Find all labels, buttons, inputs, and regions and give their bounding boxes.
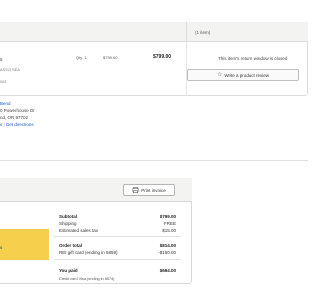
section-divider [0,160,308,161]
gift-card-value: -$150.00 [158,250,176,255]
promo-banner-text: s [0,245,3,250]
summary-divider-1 [54,236,181,237]
summary-divider-2 [54,259,181,260]
tax-value: $15.00 [162,228,176,233]
order-item-card-header [0,22,308,42]
item-number: 003 [0,80,7,84]
subtotal-label: Subtotal [59,214,77,219]
star-icon: ☆ [216,72,223,78]
item-count-label: (1 item) [195,30,211,35]
write-review-label: Write a product review [224,72,270,78]
item-variant: ASSO SEA [0,68,21,72]
print-invoice-button[interactable]: Print invoice [123,184,175,196]
you-paid-label: You paid [59,268,78,273]
item-quantity: Qty. 1 [76,55,87,60]
tax-label: Estimated sales tax [59,228,99,233]
header-divider [186,22,187,42]
store-links: s | Get directions [0,122,34,127]
order-total-value: $814.00 [159,243,176,248]
store-address-line2: nd, OR 97702 [0,115,29,120]
store-address-line1: 0 Powerhouse Dr [0,108,35,113]
card-payment-label: Credit card Visa (ending in 8574) [59,277,115,281]
order-total-label: Order total [59,243,83,248]
write-review-button[interactable]: ☆ Write a product review [187,69,299,81]
you-paid-value: $664.00 [159,268,176,273]
return-window-notice: This item's return window is closed [218,56,288,61]
store-name-link[interactable]: Bend [0,101,11,106]
print-invoice-label: Print invoice [141,187,166,193]
printer-icon [132,187,140,193]
subtotal-value: $799.00 [159,214,176,219]
item-unit-price: $799.00 [103,55,118,60]
get-directions-link[interactable]: Get directions [6,122,34,127]
gift-card-label: REI gift card (ending in 5859) [59,250,118,255]
item-line-price: $799.00 [153,54,172,60]
shipping-value: FREE [163,221,176,226]
promo-banner [0,229,49,260]
item-name-fragment: s [0,57,3,63]
shipping-label: Shipping [59,221,77,226]
